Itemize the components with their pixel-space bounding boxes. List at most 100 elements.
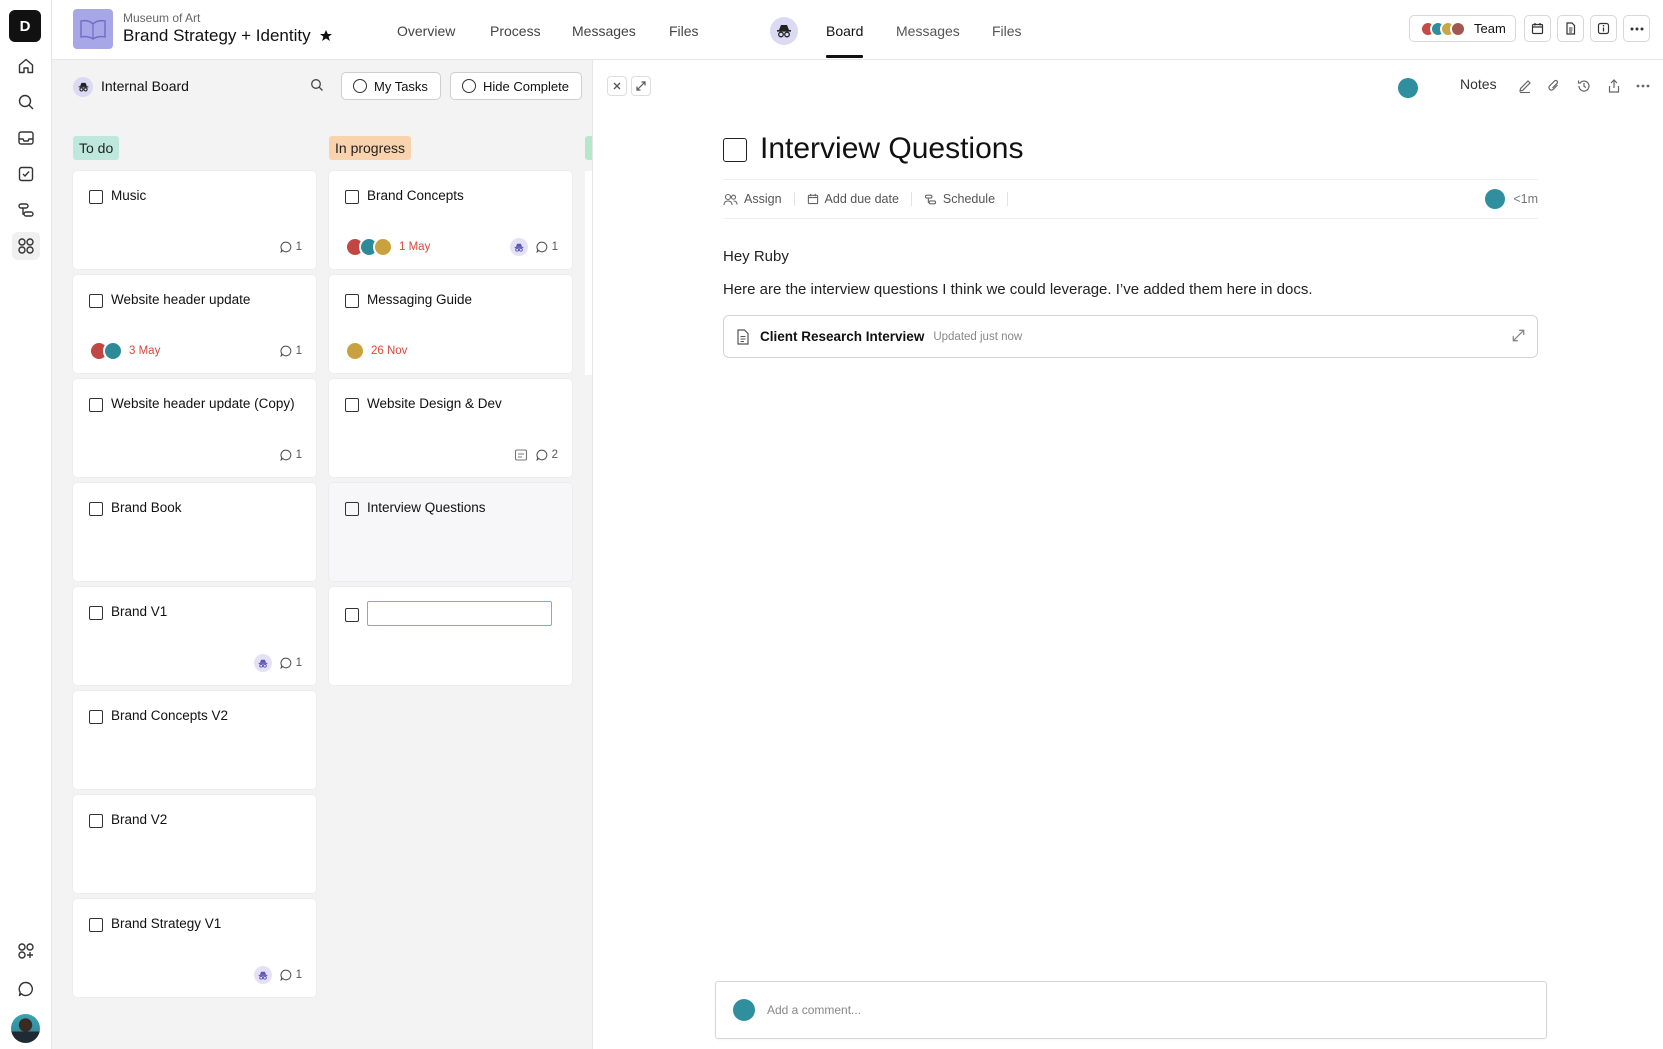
app-logo[interactable]: D [9,10,41,42]
comment-icon [279,657,291,669]
comment-composer[interactable] [715,981,1547,1039]
expand-icon[interactable] [1512,329,1525,342]
star-icon[interactable] [319,29,333,43]
task-title: Brand Concepts V2 [111,708,229,723]
team-button[interactable]: Team [1409,15,1516,42]
task-checkbox[interactable] [89,606,103,620]
project-subtitle: Museum of Art [123,11,201,25]
task-checkbox[interactable] [89,710,103,724]
due-date-button[interactable]: Add due date [807,192,912,206]
user-avatar[interactable] [11,1014,40,1043]
avatar [1450,20,1466,37]
comment-icon [535,241,547,253]
tab-board-files[interactable]: Files [992,23,1022,39]
tab-board-messages[interactable]: Messages [896,23,960,39]
task-card[interactable]: Brand Concepts 1 May 1 [329,171,572,269]
board-title[interactable]: Internal Board [101,78,189,94]
task-card[interactable]: Brand Strategy V1 1 [73,899,316,997]
task-card[interactable]: Website header update (Copy) 1 [73,379,316,477]
task-card[interactable]: Brand Book [73,483,316,581]
workflow-icon[interactable] [12,196,40,224]
task-checkbox[interactable] [89,502,103,516]
assign-button[interactable]: Assign [723,192,795,206]
add-apps-icon[interactable] [12,937,40,965]
task-meta: 3 May 1 [89,341,302,361]
task-title: Brand Concepts [367,188,464,203]
new-task-input[interactable] [367,601,552,626]
internal-board-badge[interactable] [770,17,798,45]
notes-label[interactable]: Notes [1460,76,1497,92]
document-icon[interactable] [1557,15,1584,42]
inbox-icon[interactable] [12,124,40,152]
tab-board[interactable]: Board [826,23,864,58]
my-tasks-button[interactable]: My Tasks [341,72,441,100]
assignee-avatars [89,341,123,361]
task-card[interactable]: Brand V2 [73,795,316,893]
search-icon[interactable] [12,88,40,116]
search-icon[interactable] [310,78,324,92]
tab-messages[interactable]: Messages [572,23,636,39]
apps-icon[interactable] [12,232,40,260]
private-badge [253,966,272,984]
task-card[interactable]: Brand V1 1 [73,587,316,685]
calendar-icon[interactable] [1524,15,1551,42]
task-checkbox[interactable] [345,608,359,622]
task-checkbox[interactable] [89,190,103,204]
task-checkbox[interactable] [89,294,103,308]
new-task-card[interactable] [329,587,572,685]
team-avatars [1420,20,1466,37]
task-checkbox[interactable] [89,814,103,828]
task-card[interactable]: Music 1 [73,171,316,269]
comment-icon [535,449,547,461]
circle-icon [353,79,367,93]
task-card[interactable]: Website Design & Dev 2 [329,379,572,477]
edit-icon[interactable] [1517,78,1533,94]
tab-overview[interactable]: Overview [397,23,455,39]
incognito-icon [258,659,267,668]
comment-input[interactable] [767,1003,1467,1017]
project-title[interactable]: Brand Strategy + Identity [123,26,333,46]
task-card[interactable]: Brand Concepts V2 [73,691,316,789]
time-ago: <1m [1513,192,1538,206]
expand-icon[interactable] [631,76,651,96]
next-column-card [585,171,592,375]
task-card-selected[interactable]: Interview Questions [329,483,572,581]
due-date: 26 Nov [371,345,408,357]
project-thumbnail[interactable] [73,9,113,49]
task-checkbox[interactable] [345,190,359,204]
hide-complete-button[interactable]: Hide Complete [450,72,582,100]
task-checkbox[interactable] [345,398,359,412]
comment-count: 1 [279,345,302,357]
task-card[interactable]: Messaging Guide 26 Nov [329,275,572,373]
chat-icon[interactable] [12,975,40,1003]
schedule-button[interactable]: Schedule [924,192,1009,206]
home-icon[interactable] [12,52,40,80]
task-title[interactable]: Interview Questions [760,132,1023,166]
avatar [345,341,365,361]
attachment-icon[interactable] [1546,78,1562,94]
project-title-text: Brand Strategy + Identity [123,26,311,45]
more-icon[interactable] [1623,15,1650,42]
task-checkbox[interactable] [345,294,359,308]
close-icon[interactable] [607,76,627,96]
tasks-icon[interactable] [12,160,40,188]
column-label-todo: To do [73,136,120,160]
more-icon[interactable] [1636,84,1650,88]
task-complete-checkbox[interactable] [723,138,747,162]
history-icon[interactable] [1576,78,1592,94]
task-checkbox[interactable] [345,502,359,516]
incognito-icon [514,243,523,252]
linked-doc-card[interactable]: Client Research Interview Updated just n… [723,315,1538,358]
next-column-label [585,136,592,160]
comment-count-value: 2 [551,449,558,461]
task-checkbox[interactable] [89,398,103,412]
document-icon [737,328,749,345]
tab-process[interactable]: Process [490,23,541,39]
tab-files[interactable]: Files [669,23,699,39]
doc-updated: Updated just now [933,330,1023,343]
my-tasks-label: My Tasks [374,78,428,94]
task-checkbox[interactable] [89,918,103,932]
share-icon[interactable] [1606,78,1622,94]
info-icon[interactable] [1590,15,1617,42]
task-card[interactable]: Website header update 3 May 1 [73,275,316,373]
